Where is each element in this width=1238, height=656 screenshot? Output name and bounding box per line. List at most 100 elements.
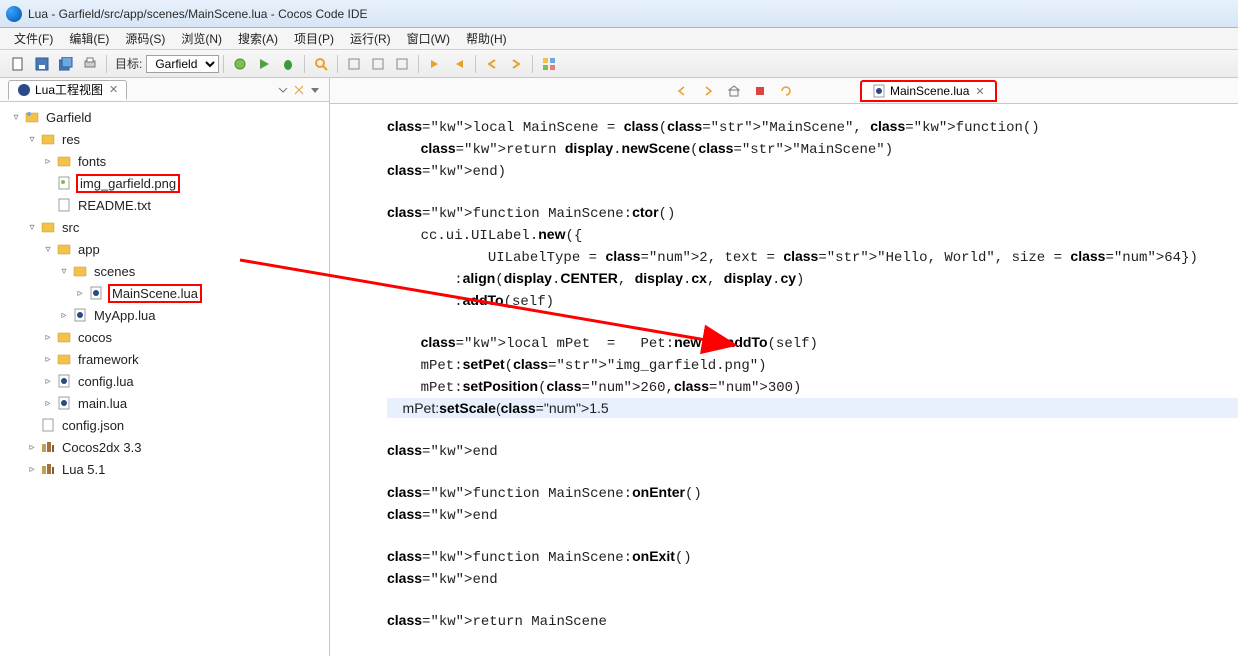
expand-icon[interactable]: ▹	[26, 442, 38, 453]
target-combo[interactable]: Garfield	[146, 55, 219, 73]
expand-icon[interactable]: ▹	[58, 310, 70, 321]
tree-label: config.json	[60, 418, 126, 433]
tree-folder-cocos[interactable]: ▹ cocos	[10, 326, 325, 348]
save-all-icon[interactable]	[56, 54, 76, 74]
tree-folder-src[interactable]: ▿ src	[10, 216, 325, 238]
editor-pane: MainScene.lua ✕ class="kw">local MainSce…	[330, 78, 1238, 656]
code-editor[interactable]: class="kw">local MainScene = class(class…	[330, 104, 1238, 656]
tree-folder-scenes[interactable]: ▿ scenes	[10, 260, 325, 282]
run-icon[interactable]	[254, 54, 274, 74]
expand-icon[interactable]: ▹	[26, 464, 38, 475]
collapse-icon[interactable]	[277, 83, 291, 97]
expand-icon[interactable]: ▹	[42, 376, 54, 387]
file-icon	[40, 417, 56, 433]
expand-icon[interactable]: ▹	[42, 156, 54, 167]
tree-file-readme[interactable]: README.txt	[10, 194, 325, 216]
tree-file-mainlua[interactable]: ▹ main.lua	[10, 392, 325, 414]
close-icon[interactable]: ✕	[975, 85, 984, 98]
menu-navigate[interactable]: 浏览(N)	[173, 28, 230, 49]
tree-folder-res[interactable]: ▿ res	[10, 128, 325, 150]
tree-label: src	[60, 220, 81, 235]
lua-file-icon	[56, 395, 72, 411]
tool-icon[interactable]	[392, 54, 412, 74]
menu-source[interactable]: 源码(S)	[117, 28, 173, 49]
toolbar-separator	[475, 55, 476, 73]
tree-lib-lua51[interactable]: ▹ Lua 5.1	[10, 458, 325, 480]
menu-help[interactable]: 帮助(H)	[458, 28, 515, 49]
tree-label: MyApp.lua	[92, 308, 157, 323]
home-icon[interactable]	[724, 81, 744, 101]
tree-lib-cocos2dx[interactable]: ▹ Cocos2dx 3.3	[10, 436, 325, 458]
search-icon[interactable]	[311, 54, 331, 74]
menu-run[interactable]: 运行(R)	[342, 28, 399, 49]
tree-folder-app[interactable]: ▿ app	[10, 238, 325, 260]
tree-file-configjson[interactable]: config.json	[10, 414, 325, 436]
tree-label: fonts	[76, 154, 108, 169]
expand-icon[interactable]: ▹	[42, 354, 54, 365]
folder-icon	[40, 219, 56, 235]
menu-search[interactable]: 搜索(A)	[230, 28, 286, 49]
tree-label: MainScene.lua	[108, 284, 202, 303]
tree-file-configlua[interactable]: ▹ config.lua	[10, 370, 325, 392]
text-file-icon	[56, 197, 72, 213]
expand-icon[interactable]: ▿	[42, 244, 54, 255]
tree-file-myapp[interactable]: ▹ MyApp.lua	[10, 304, 325, 326]
toolbar-separator	[106, 55, 107, 73]
menu-icon[interactable]	[309, 83, 323, 97]
perspective-icon[interactable]	[539, 54, 559, 74]
lua-file-icon	[72, 307, 88, 323]
forward-icon[interactable]	[506, 54, 526, 74]
prev-icon[interactable]	[449, 54, 469, 74]
expand-icon[interactable]: ▿	[58, 266, 70, 277]
tool-icon[interactable]	[344, 54, 364, 74]
tree-file-mainscene[interactable]: ▹ MainScene.lua	[10, 282, 325, 304]
tree-folder-fonts[interactable]: ▹ fonts	[10, 150, 325, 172]
toolbar-separator	[337, 55, 338, 73]
editor-tab-mainscene[interactable]: MainScene.lua ✕	[860, 80, 997, 102]
menu-window[interactable]: 窗口(W)	[399, 28, 458, 49]
close-icon[interactable]: ✕	[109, 83, 118, 96]
nav-forward-icon[interactable]	[698, 81, 718, 101]
image-file-icon	[56, 175, 72, 191]
tool-icon[interactable]	[368, 54, 388, 74]
debug-icon[interactable]	[230, 54, 250, 74]
toolbar: 目标: Garfield	[0, 50, 1238, 78]
new-icon[interactable]	[8, 54, 28, 74]
stop-icon[interactable]	[750, 81, 770, 101]
link-icon[interactable]	[293, 83, 307, 97]
project-tree[interactable]: ▿ Garfield ▿ res ▹ fonts img_garfield.pn…	[0, 102, 329, 656]
toolbar-separator	[223, 55, 224, 73]
expand-icon[interactable]: ▿	[10, 112, 22, 123]
expand-icon[interactable]: ▹	[42, 398, 54, 409]
bug-icon[interactable]	[278, 54, 298, 74]
folder-icon	[56, 351, 72, 367]
menu-bar: 文件(F) 编辑(E) 源码(S) 浏览(N) 搜索(A) 项目(P) 运行(R…	[0, 28, 1238, 50]
expand-icon[interactable]: ▹	[74, 288, 86, 299]
menu-edit[interactable]: 编辑(E)	[61, 28, 117, 49]
tree-folder-framework[interactable]: ▹ framework	[10, 348, 325, 370]
project-view-tab[interactable]: Lua工程视图 ✕	[8, 80, 127, 100]
library-icon	[40, 461, 56, 477]
tree-file-img[interactable]: img_garfield.png	[10, 172, 325, 194]
menu-project[interactable]: 项目(P)	[286, 28, 342, 49]
expand-icon[interactable]: ▹	[42, 332, 54, 343]
project-icon	[24, 109, 40, 125]
code-content[interactable]: class="kw">local MainScene = class(class…	[375, 116, 1238, 632]
app-icon	[6, 6, 22, 22]
lua-file-icon	[88, 285, 104, 301]
expand-icon[interactable]: ▿	[26, 222, 38, 233]
refresh-icon[interactable]	[776, 81, 796, 101]
tree-label: img_garfield.png	[76, 174, 180, 193]
menu-file[interactable]: 文件(F)	[6, 28, 61, 49]
tree-project-root[interactable]: ▿ Garfield	[10, 106, 325, 128]
nav-back-icon[interactable]	[672, 81, 692, 101]
print-icon[interactable]	[80, 54, 100, 74]
save-icon[interactable]	[32, 54, 52, 74]
next-icon[interactable]	[425, 54, 445, 74]
back-icon[interactable]	[482, 54, 502, 74]
lua-file-icon	[56, 373, 72, 389]
target-label: 目标:	[115, 55, 142, 72]
expand-icon[interactable]: ▿	[26, 134, 38, 145]
toolbar-separator	[418, 55, 419, 73]
folder-icon	[56, 153, 72, 169]
